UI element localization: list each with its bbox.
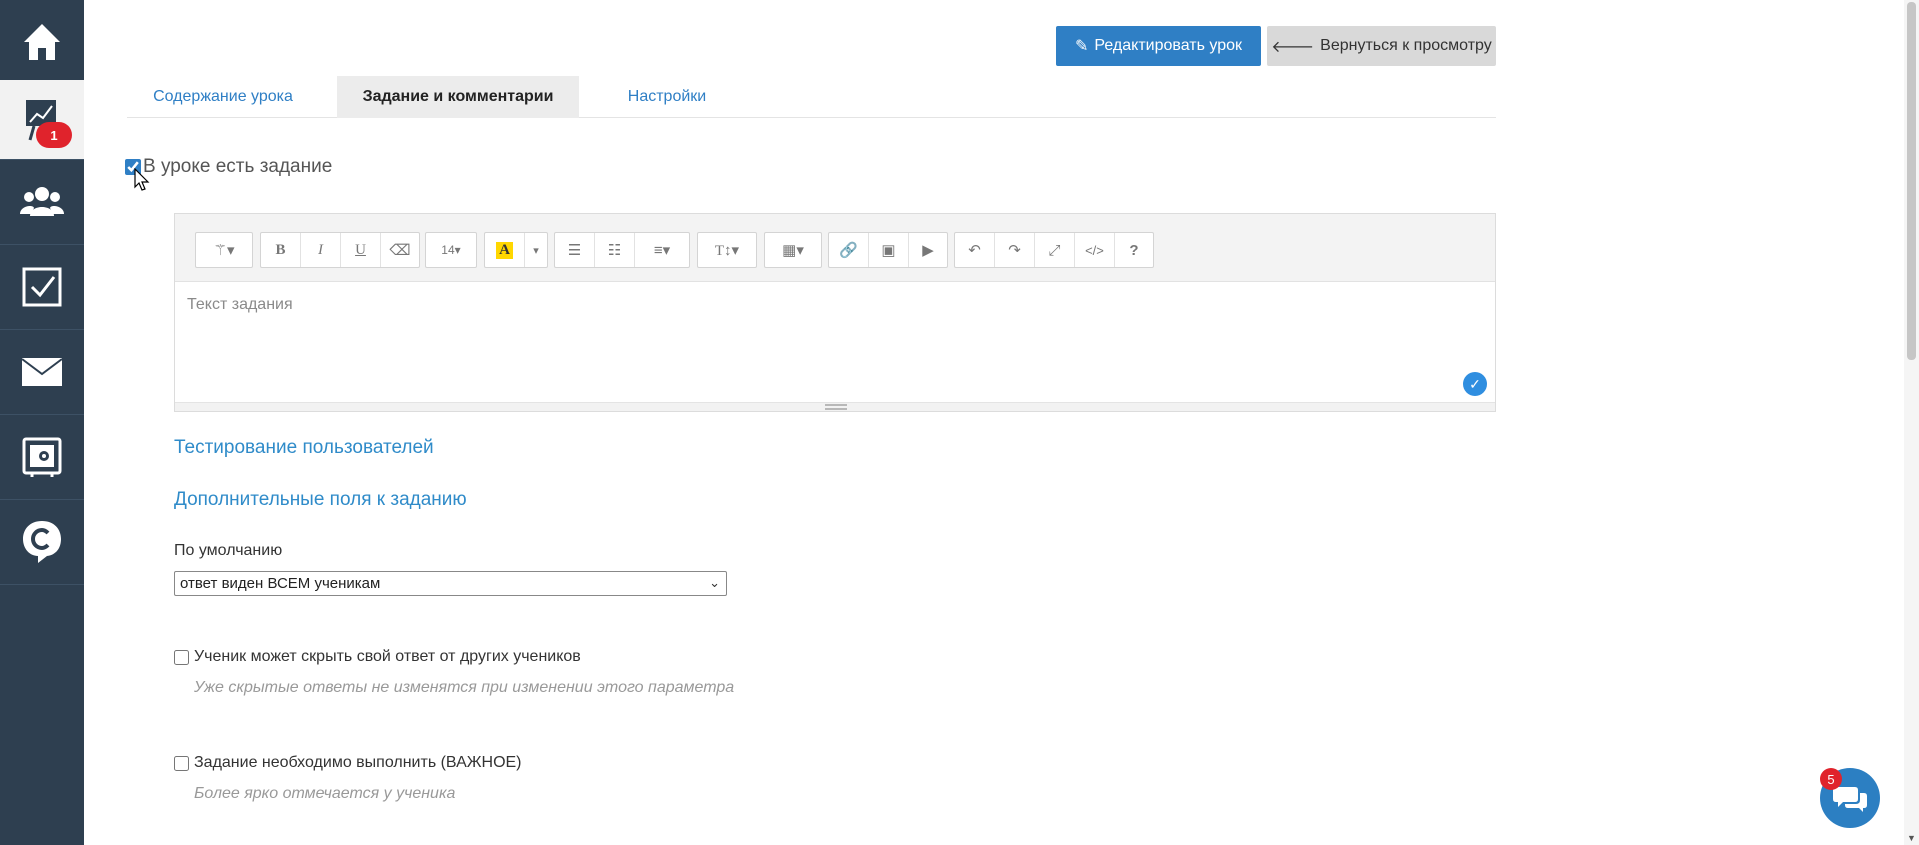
sidebar-item-lessons[interactable]	[0, 80, 84, 160]
task-editor: ⚚▾ B I U ⌫ 14▾ A ▾ ☰ ☷ ≡▾ T↕▾ ▦▾ 🔗 ▣ ▶	[174, 213, 1496, 412]
scroll-down-arrow-icon[interactable]: ▼	[1907, 833, 1916, 843]
sidebar-item-home[interactable]	[0, 0, 84, 85]
height-group: T↕▾	[697, 232, 757, 268]
color-dropdown-icon[interactable]: ▾	[525, 233, 547, 267]
sidebar-item-users[interactable]	[0, 160, 84, 245]
format-group: B I U ⌫	[260, 232, 420, 268]
important-task-checkbox[interactable]	[174, 755, 189, 771]
eraser-icon[interactable]: ⌫	[381, 233, 419, 267]
sidebar-badge: 1	[36, 122, 72, 148]
important-task-option[interactable]: Задание необходимо выполнить (ВАЖНОЕ)	[174, 754, 522, 772]
lesson-tabs: Содержание урока Задание и комментарии Н…	[127, 76, 1496, 118]
insert-group: 🔗 ▣ ▶	[828, 232, 948, 268]
sidebar-item-tasks[interactable]	[0, 245, 84, 330]
sidebar-item-messages[interactable]	[0, 330, 84, 415]
font-size-dropdown[interactable]: 14 ▾	[426, 233, 476, 267]
tab-lesson-content[interactable]: Содержание урока	[127, 76, 319, 118]
chat-bubbles-icon	[1833, 787, 1867, 812]
tab-settings[interactable]: Настройки	[597, 76, 737, 118]
page-scrollbar[interactable]: ▼	[1904, 0, 1919, 845]
redo-icon[interactable]: ↷	[995, 233, 1035, 267]
hide-answer-hint: Уже скрытые ответы не изменятся при изме…	[194, 679, 735, 696]
has-task-label: В уроке есть задание	[143, 156, 333, 177]
font-size-value: 14	[441, 243, 455, 257]
home-icon	[24, 24, 60, 60]
user-testing-link[interactable]: Тестирование пользователей	[174, 437, 434, 459]
grammar-check-icon[interactable]: ✓	[1463, 372, 1487, 396]
back-to-view-button[interactable]: 🡐 Вернуться к просмотру	[1267, 26, 1496, 66]
unordered-list-icon[interactable]: ☰	[555, 233, 595, 267]
list-group: ☰ ☷ ≡▾	[554, 232, 690, 268]
magic-icon[interactable]: ⚚▾	[196, 233, 252, 267]
resize-grip-icon[interactable]	[825, 404, 847, 410]
safe-icon	[22, 437, 62, 477]
underline-icon[interactable]: U	[341, 233, 381, 267]
link-icon[interactable]: 🔗	[829, 233, 869, 267]
scrollbar-thumb[interactable]	[1907, 2, 1916, 360]
hide-answer-label: Ученик может скрыть свой ответ от других…	[194, 648, 581, 665]
text-height-icon[interactable]: T↕▾	[698, 233, 756, 267]
has-task-toggle[interactable]: В уроке есть задание	[125, 156, 332, 178]
editor-resize-bar[interactable]	[175, 402, 1495, 411]
hide-answer-checkbox[interactable]	[174, 649, 189, 665]
sidebar: 1	[0, 0, 84, 845]
edit-lesson-button[interactable]: ✎ Редактировать урок	[1056, 26, 1261, 66]
tab-task-comments[interactable]: Задание и комментарии	[337, 76, 579, 118]
visibility-label: По умолчанию	[174, 542, 283, 559]
misc-group: ↶ ↷ ⤢ </> ?	[954, 232, 1154, 268]
align-icon[interactable]: ≡▾	[635, 233, 689, 267]
important-task-label: Задание необходимо выполнить (ВАЖНОЕ)	[194, 754, 522, 771]
color-group: A ▾	[484, 232, 548, 268]
checkbox-icon	[22, 267, 62, 307]
font-size-group: 14 ▾	[425, 232, 477, 268]
bold-icon[interactable]: B	[261, 233, 301, 267]
back-to-view-label: Вернуться к просмотру	[1320, 37, 1492, 54]
editor-toolbar: ⚚▾ B I U ⌫ 14▾ A ▾ ☰ ☷ ≡▾ T↕▾ ▦▾ 🔗 ▣ ▶	[175, 214, 1495, 282]
important-task-hint: Более ярко отмечается у ученика	[194, 785, 456, 802]
code-icon[interactable]: </>	[1075, 233, 1115, 267]
sidebar-item-safe[interactable]	[0, 415, 84, 500]
chat-logo-icon	[23, 521, 61, 563]
text-color-icon[interactable]: A	[485, 233, 525, 267]
sidebar-item-chat[interactable]	[0, 500, 84, 585]
hide-answer-option[interactable]: Ученик может скрыть свой ответ от других…	[174, 648, 581, 666]
video-icon[interactable]: ▶	[909, 233, 947, 267]
extra-fields-link[interactable]: Дополнительные поля к заданию	[174, 489, 467, 511]
edit-icon: ✎	[1075, 38, 1089, 55]
editor-placeholder: Текст задания	[187, 296, 293, 313]
editor-content-area[interactable]: Текст задания ✓	[175, 282, 1495, 402]
table-group: ▦▾	[764, 232, 822, 268]
chat-unread-badge: 5	[1820, 768, 1842, 790]
ordered-list-icon[interactable]: ☷	[595, 233, 635, 267]
visibility-select[interactable]: ответ виден ВСЕМ ученикам ⌄	[174, 571, 727, 596]
fullscreen-icon[interactable]: ⤢	[1035, 233, 1075, 267]
undo-icon[interactable]: ↶	[955, 233, 995, 267]
table-icon[interactable]: ▦▾	[765, 233, 821, 267]
chevron-down-icon: ⌄	[709, 575, 720, 590]
italic-icon[interactable]: I	[301, 233, 341, 267]
visibility-selected-value: ответ виден ВСЕМ ученикам	[180, 575, 381, 592]
image-icon[interactable]: ▣	[869, 233, 909, 267]
mail-icon	[21, 358, 63, 386]
help-icon[interactable]: ?	[1115, 233, 1153, 267]
edit-lesson-label: Редактировать урок	[1094, 37, 1242, 54]
style-group: ⚚▾	[195, 232, 253, 268]
users-icon	[20, 187, 64, 216]
mouse-cursor-icon	[134, 168, 150, 191]
arrow-left-icon: 🡐	[1271, 38, 1315, 56]
